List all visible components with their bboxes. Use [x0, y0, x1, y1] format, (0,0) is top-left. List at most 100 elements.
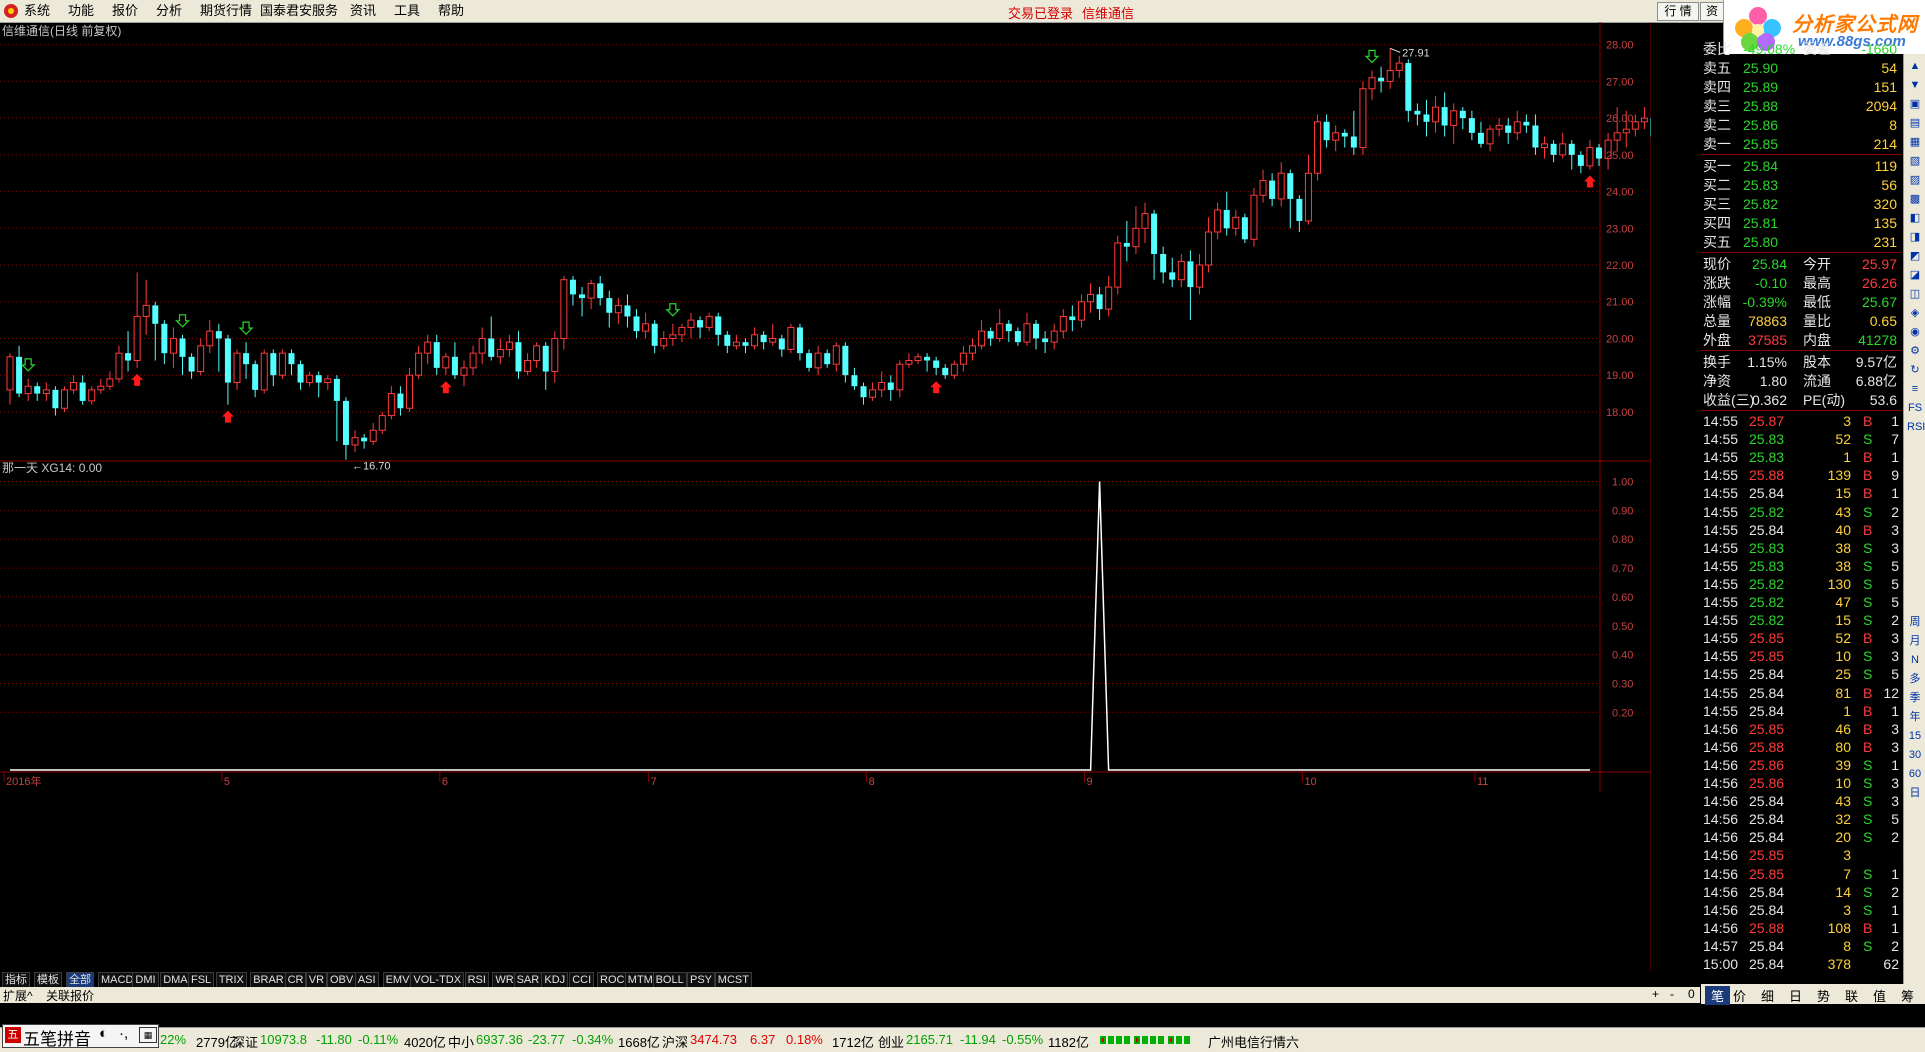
indicator-tab[interactable]: RSI	[464, 972, 489, 988]
indicator-tab[interactable]: BOLL	[652, 972, 687, 988]
toolbar-icon[interactable]: ↻	[1907, 362, 1923, 378]
quote-panel-tab[interactable]: 笔	[1705, 986, 1731, 1005]
menu-gtja-service[interactable]: 国泰君安服务	[260, 3, 338, 19]
toolbar-icon[interactable]: ◪	[1907, 267, 1923, 283]
menu-tools[interactable]: 工具	[394, 3, 420, 19]
trade-login-status[interactable]: 交易已登录	[1008, 3, 1073, 22]
candle-body-up	[415, 352, 423, 376]
menu-function[interactable]: 功能	[68, 3, 94, 19]
ime-keyboard-icon[interactable]: ▦	[139, 1027, 157, 1043]
candle-body-up	[460, 367, 468, 376]
toolbar-icon[interactable]: ◉	[1907, 324, 1923, 340]
indicator-tab[interactable]: MTM	[624, 972, 656, 988]
toolbar-icon[interactable]: ▣	[1907, 96, 1923, 112]
indicator-tab[interactable]: ROC	[597, 972, 628, 988]
period-button[interactable]: 60	[1907, 766, 1923, 782]
quote-button[interactable]: 行 情	[1657, 2, 1699, 21]
sz-value: 10973.8	[260, 1032, 307, 1047]
indicator-tab[interactable]: DMA	[160, 972, 191, 988]
candle-body-down	[760, 334, 767, 343]
ime-halfwidth-icon[interactable]: ◐	[99, 1025, 108, 1042]
ime-punct-icon[interactable]: ·,	[119, 1025, 128, 1042]
hs-label: 沪深	[662, 1035, 689, 1050]
toolbar-icon[interactable]: ▤	[1907, 115, 1923, 131]
quote-panel-tab[interactable]: 筹	[1901, 986, 1914, 1005]
menu-futures[interactable]: 期货行情	[200, 3, 252, 19]
toolbar-icon[interactable]: ▲	[1907, 58, 1923, 74]
toolbar-icon[interactable]: ◈	[1907, 305, 1923, 321]
indicator-tab[interactable]: EMV	[382, 972, 413, 988]
menu-system[interactable]: 系统	[24, 3, 50, 19]
server-name[interactable]: 广州电信行情六	[1208, 1032, 1299, 1051]
tab-related-quote[interactable]: 关联报价	[46, 987, 94, 1004]
ime-toolbar[interactable]: 五 五笔拼音 ◐ ·, ▦	[2, 1024, 159, 1050]
period-button[interactable]: 年	[1907, 709, 1923, 725]
toolbar-icon[interactable]: ◩	[1907, 248, 1923, 264]
month-label: 10	[1304, 776, 1316, 788]
scroll-plus[interactable]: +	[1652, 987, 1659, 1001]
quote-panel-tab[interactable]: 细	[1761, 986, 1774, 1005]
indicator-tab[interactable]: MACD	[98, 972, 137, 988]
menu-quote[interactable]: 报价	[112, 3, 138, 19]
toolbar-icon[interactable]: ▼	[1907, 77, 1923, 93]
candle-body-down	[724, 334, 731, 346]
toolbar-icon[interactable]: ▨	[1907, 172, 1923, 188]
indicator-tab[interactable]: ASI	[354, 972, 379, 988]
period-button[interactable]: 多	[1907, 671, 1923, 687]
ime-mode[interactable]: 五笔拼音	[23, 1025, 91, 1050]
indicator-tab[interactable]: CCI	[569, 972, 595, 988]
quote-panel-tab[interactable]: 日	[1789, 986, 1802, 1005]
toolbar-icon[interactable]: ▧	[1907, 153, 1923, 169]
quote-panel-tab[interactable]: 联	[1845, 986, 1858, 1005]
toolbar-icon[interactable]: FS	[1907, 400, 1923, 416]
quote-cell: 1	[1891, 919, 1899, 936]
indicator-tab[interactable]: KDJ	[541, 972, 569, 988]
toolbar-icon[interactable]: ◫	[1907, 286, 1923, 302]
indicator-tab[interactable]: OBV	[327, 972, 357, 988]
toolbar-icon[interactable]: RSI	[1907, 419, 1925, 435]
candle-body-down	[597, 283, 604, 299]
period-button[interactable]: 30	[1907, 747, 1923, 763]
period-button[interactable]: 季	[1907, 690, 1923, 706]
indicator-tab[interactable]: CR	[284, 972, 307, 988]
indicator-tab[interactable]: VR	[305, 972, 328, 988]
toolbar-icon[interactable]: ▩	[1907, 191, 1923, 207]
quote-panel-tab[interactable]: 势	[1817, 986, 1830, 1005]
indicator-tab[interactable]: FSL	[188, 972, 215, 988]
period-button[interactable]: 周	[1907, 614, 1923, 630]
quote-cell: 最高	[1803, 275, 1831, 291]
period-button[interactable]: 15	[1907, 728, 1923, 744]
toolbar-icon[interactable]: ◧	[1907, 210, 1923, 226]
indicator-tab[interactable]: 模板	[34, 972, 62, 988]
scroll-minus[interactable]: -	[1670, 987, 1674, 1001]
tab-expand[interactable]: 扩展^	[3, 987, 33, 1004]
indicator-tab[interactable]: MCST	[714, 972, 752, 988]
menu-analysis[interactable]: 分析	[156, 3, 182, 19]
quote-cell: 25.84	[1749, 956, 1785, 972]
quote-panel-tab[interactable]: 价	[1733, 986, 1746, 1005]
period-button[interactable]: 日	[1907, 785, 1923, 801]
toolbar-icon[interactable]: ◨	[1907, 229, 1923, 245]
quote-cell: 25.90	[1743, 60, 1779, 76]
indicator-tab[interactable]: DMI	[132, 972, 159, 988]
indicator-tab[interactable]: SAR	[513, 972, 543, 988]
info-button[interactable]: 资 讯	[1700, 2, 1724, 21]
indicator-tab[interactable]: 全部	[66, 972, 94, 988]
indicator-tab[interactable]: BRAR	[250, 972, 287, 988]
indicator-tab[interactable]: 指标	[2, 972, 30, 988]
menu-news[interactable]: 资讯	[350, 3, 376, 19]
toolbar-icon[interactable]: ⚙	[1907, 343, 1923, 359]
indicator-tab[interactable]: PSY	[687, 972, 716, 988]
period-button[interactable]: 月	[1907, 633, 1923, 649]
toolbar-icon[interactable]: ▦	[1907, 134, 1923, 150]
quote-panel-tab[interactable]: 值	[1873, 986, 1886, 1005]
sub-tick-label: 0.70	[1612, 563, 1633, 575]
chart-area[interactable]: 信维通信(日线 前复权) 那一天 XG14: 0.00 日线 1.000.900…	[0, 22, 1651, 972]
toolbar-icon[interactable]: ≡	[1907, 381, 1923, 397]
scroll-zero[interactable]: 0	[1688, 987, 1695, 1001]
menu-help[interactable]: 帮助	[438, 3, 464, 19]
period-button[interactable]: N	[1907, 652, 1923, 668]
indicator-tab[interactable]: TRIX	[215, 972, 247, 988]
stat-row: 涨跌 -0.10 最高 26.26	[1703, 274, 1899, 293]
indicator-tab[interactable]: VOL-TDX	[410, 972, 465, 988]
